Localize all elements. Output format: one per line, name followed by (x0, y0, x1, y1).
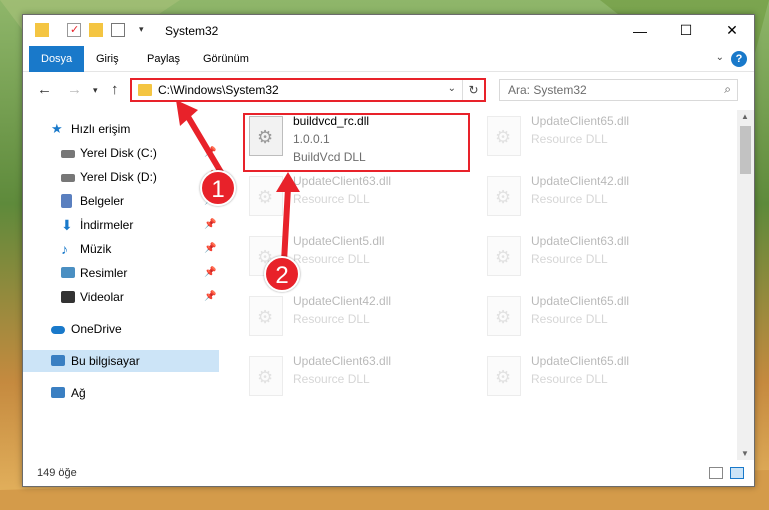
file-name: UpdateClient63.dll (531, 234, 630, 248)
file-description: Resource DLL (531, 312, 608, 326)
file-name: UpdateClient63.dll (293, 354, 392, 368)
music-icon: ♪ (61, 241, 68, 257)
search-placeholder: Ara: System32 (508, 83, 587, 97)
sidebar-item-downloads[interactable]: ⬇ İndirmeler 📌 (23, 214, 219, 236)
pin-icon[interactable]: 📌 (204, 262, 216, 284)
details-view-icon[interactable] (709, 467, 723, 479)
dll-file-icon (487, 356, 521, 396)
star-icon: ★ (51, 121, 63, 136)
tab-file[interactable]: Dosya (29, 46, 85, 72)
file-name: UpdateClient42.dll (531, 174, 630, 188)
window-title: System32 (165, 24, 219, 38)
tab-home[interactable]: Giriş (84, 46, 131, 72)
folder-icon (35, 23, 49, 37)
file-name: UpdateClient65.dll (531, 114, 630, 128)
pictures-icon (61, 267, 75, 278)
navigation-bar: ← → ▾ ↑ C:\Windows\System32 ⌄ ↻ Ara: Sys… (23, 73, 754, 106)
file-description: Resource DLL (293, 372, 370, 386)
file-item[interactable]: UpdateClient65.dll Resource DLL (483, 350, 713, 410)
new-folder-icon[interactable] (89, 23, 103, 37)
minimize-button[interactable]: — (617, 15, 663, 46)
chevron-down-icon[interactable]: ⌄ (448, 83, 456, 94)
dll-file-icon (487, 296, 521, 336)
help-icon[interactable]: ? (731, 51, 747, 67)
dll-file-icon (249, 356, 283, 396)
dll-file-icon (487, 116, 521, 156)
sidebar-item-music[interactable]: ♪ Müzik 📌 (23, 238, 219, 260)
chevron-down-icon[interactable]: ⌄ (716, 52, 724, 63)
view-options-icon[interactable] (111, 23, 125, 37)
recent-locations-icon[interactable]: ▾ (93, 85, 98, 96)
file-explorer-window: ✓ ▾ System32 — ☐ ✕ Dosya Giriş Paylaş Gö… (22, 14, 755, 487)
pin-icon[interactable]: 📌 (204, 214, 216, 236)
vertical-scrollbar[interactable]: ▲ ▼ (737, 110, 754, 460)
status-bar: 149 öğe (23, 462, 754, 486)
forward-button[interactable]: → (67, 81, 82, 98)
file-item[interactable]: UpdateClient63.dll Resource DLL (483, 230, 713, 290)
chevron-down-icon[interactable]: ▾ (139, 24, 153, 38)
cloud-icon (51, 326, 65, 334)
sidebar-item-onedrive[interactable]: OneDrive (23, 318, 219, 340)
properties-icon[interactable]: ✓ (67, 23, 81, 37)
network-icon (51, 387, 65, 398)
file-name: UpdateClient65.dll (531, 294, 630, 308)
download-icon: ⬇ (61, 217, 73, 233)
dll-file-icon (487, 236, 521, 276)
file-description: Resource DLL (293, 312, 370, 326)
scroll-up-icon[interactable]: ▲ (741, 112, 749, 121)
computer-icon (51, 355, 65, 366)
file-name: UpdateClient5.dll (293, 234, 385, 248)
file-description: Resource DLL (531, 252, 608, 266)
arrow-two-icon (276, 172, 300, 265)
folder-icon (138, 84, 152, 96)
file-name: UpdateClient65.dll (531, 354, 630, 368)
file-item[interactable]: UpdateClient65.dll Resource DLL (483, 290, 713, 350)
sidebar-item-network[interactable]: Ağ (23, 382, 219, 404)
pin-icon[interactable]: 📌 (204, 286, 216, 308)
documents-icon (61, 194, 72, 208)
file-item[interactable]: UpdateClient63.dll Resource DLL (245, 350, 475, 410)
search-icon[interactable]: ⌕ (724, 82, 731, 97)
maximize-button[interactable]: ☐ (663, 15, 709, 46)
dll-file-icon (249, 296, 283, 336)
sidebar-item-pictures[interactable]: Resimler 📌 (23, 262, 219, 284)
ribbon-tabs: Dosya Giriş Paylaş Görünüm ⌄ ? (23, 46, 754, 72)
drive-icon (61, 150, 75, 158)
step-two-badge: 2 (264, 256, 300, 292)
up-button[interactable]: ↑ (111, 81, 119, 98)
dll-file-icon (487, 176, 521, 216)
file-description: Resource DLL (531, 372, 608, 386)
file-item[interactable]: UpdateClient42.dll Resource DLL (245, 290, 475, 350)
file-name: UpdateClient63.dll (293, 174, 392, 188)
tab-share[interactable]: Paylaş (135, 46, 192, 72)
large-icons-view-icon[interactable] (730, 467, 744, 479)
title-bar: ✓ ▾ System32 — ☐ ✕ (23, 15, 754, 46)
scroll-down-icon[interactable]: ▼ (741, 449, 749, 458)
search-input[interactable]: Ara: System32 ⌕ (499, 79, 738, 101)
scrollbar-thumb[interactable] (740, 126, 751, 174)
sidebar-item-this-pc[interactable]: Bu bilgisayar (23, 350, 219, 372)
sidebar-item-videos[interactable]: Videolar 📌 (23, 286, 219, 308)
close-button[interactable]: ✕ (709, 15, 755, 46)
address-path[interactable]: C:\Windows\System32 (158, 83, 279, 97)
file-description: Resource DLL (531, 192, 608, 206)
selected-file-highlight (243, 113, 470, 172)
refresh-button[interactable]: ↻ (462, 80, 484, 100)
step-one-badge: 1 (200, 170, 236, 206)
file-item[interactable]: UpdateClient65.dll Resource DLL (483, 110, 713, 170)
videos-icon (61, 291, 75, 303)
file-name: UpdateClient42.dll (293, 294, 392, 308)
tab-view[interactable]: Görünüm (191, 46, 261, 72)
file-description: Resource DLL (531, 132, 608, 146)
file-item[interactable]: UpdateClient42.dll Resource DLL (483, 170, 713, 230)
pin-icon[interactable]: 📌 (204, 238, 216, 260)
back-button[interactable]: ← (37, 81, 52, 98)
drive-icon (61, 174, 75, 182)
item-count: 149 öğe (37, 467, 77, 479)
